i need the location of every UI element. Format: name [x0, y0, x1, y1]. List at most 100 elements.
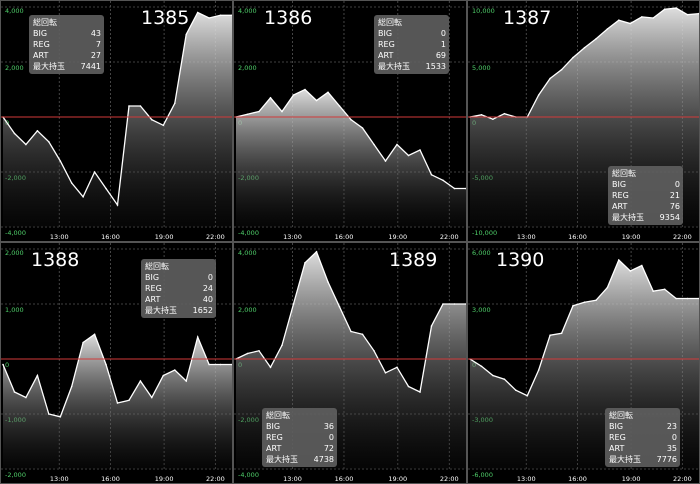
stats-label-reg: REG — [145, 284, 162, 293]
data-point — [208, 17, 210, 19]
x-tick-label: 22:00 — [206, 475, 225, 483]
data-point — [13, 132, 16, 135]
data-point — [304, 88, 306, 91]
stats-label-max: 最大持玉 — [33, 62, 65, 71]
stats-row-art: ART 69 — [378, 50, 446, 61]
data-point — [246, 352, 249, 355]
graph-panel-1387[interactable]: 10,0005,0000-5,000-10,00013:0016:0019:00… — [467, 0, 700, 242]
data-point — [219, 363, 222, 366]
data-point — [396, 143, 398, 146]
data-point — [618, 19, 620, 22]
stats-row-max: 最大持玉 7441 — [33, 61, 101, 72]
stats-label-big: BIG — [145, 273, 160, 282]
reg-count: 24 — [202, 284, 213, 293]
data-point — [419, 391, 421, 393]
big-count: 23 — [666, 422, 677, 431]
stats-row-big: BIG 0 — [145, 272, 213, 283]
stats-row-art: ART 35 — [609, 443, 677, 454]
y-tick-label: -2,000 — [5, 471, 26, 479]
data-point — [281, 110, 283, 113]
stats-label-art: ART — [145, 295, 161, 304]
data-point — [350, 118, 352, 121]
data-point — [675, 297, 677, 300]
data-point — [361, 333, 364, 336]
data-point — [361, 127, 364, 129]
data-point — [151, 118, 153, 121]
data-point — [583, 46, 586, 49]
data-point — [25, 143, 27, 146]
stats-label-reg: REG — [612, 191, 629, 200]
stats-header: 総回転 — [145, 262, 169, 271]
data-point — [652, 17, 654, 19]
data-point — [503, 112, 506, 115]
data-point — [196, 11, 199, 14]
data-point — [560, 332, 563, 335]
y-tick-label: 1,000 — [5, 306, 24, 314]
data-point — [549, 77, 551, 80]
graph-panel-1388[interactable]: 2,0001,0000-1,000-2,00013:0016:0019:0022… — [0, 242, 233, 484]
data-point — [93, 171, 96, 173]
x-tick-label: 22:00 — [673, 233, 692, 241]
max-balls: 1533 — [425, 62, 446, 71]
stats-label-reg: REG — [266, 433, 283, 442]
data-point — [338, 306, 341, 308]
data-point — [442, 303, 444, 305]
stats-label-max: 最大持玉 — [145, 306, 177, 315]
data-point — [373, 143, 375, 146]
data-point — [116, 402, 119, 404]
data-point — [292, 303, 295, 305]
x-tick-label: 19:00 — [388, 475, 407, 483]
data-point — [174, 369, 176, 371]
graph-panel-1390[interactable]: 6,0003,0000-3,000-6,00013:0016:0019:0022… — [467, 242, 700, 484]
graph-panel-1386[interactable]: 4,0002,0000-2,000-4,00013:0016:0019:0022… — [233, 0, 467, 242]
max-balls: 7776 — [656, 455, 677, 464]
reg-count: 21 — [669, 191, 680, 200]
y-tick-label: 10,000 — [472, 7, 495, 15]
data-point — [407, 154, 410, 157]
data-point — [453, 303, 456, 305]
graph-panel-1389[interactable]: 4,0002,0000-2,000-4,00013:0016:0019:0022… — [233, 242, 467, 484]
data-point — [572, 305, 574, 307]
data-point — [139, 105, 142, 107]
data-point — [442, 179, 444, 182]
data-point — [36, 374, 39, 377]
stats-box: 総回転 BIG 0 REG 24 ART 40 最大持玉 1652 — [141, 259, 216, 318]
stats-row-max: 最大持玉 1652 — [145, 305, 213, 316]
data-point — [492, 118, 494, 120]
y-tick-label: -6,000 — [472, 471, 493, 479]
data-point — [384, 160, 387, 162]
data-point — [618, 259, 620, 261]
stats-label-max: 最大持玉 — [378, 62, 410, 71]
stats-box: 総回転 BIG 23 REG 0 ART 35 最大持玉 7776 — [605, 408, 680, 467]
data-point — [652, 290, 654, 292]
stats-row-art: ART 72 — [266, 443, 334, 454]
series-area — [236, 89, 466, 227]
stats-header: 総回転 — [33, 18, 57, 27]
data-point — [549, 334, 551, 336]
stats-box: 総回転 BIG 0 REG 1 ART 69 最大持玉 1533 — [374, 15, 449, 74]
data-point — [304, 262, 306, 264]
stats-row-reg: REG 21 — [612, 190, 680, 201]
data-point — [185, 380, 187, 382]
x-tick-label: 22:00 — [206, 233, 225, 241]
data-point — [59, 416, 62, 418]
graph-panel-1385[interactable]: 4,0002,0000-2,000-4,00013:0016:0019:0022… — [0, 0, 233, 242]
data-point — [219, 14, 222, 17]
data-point — [246, 113, 249, 116]
stats-row-big: BIG 0 — [612, 179, 680, 190]
data-point — [327, 91, 329, 94]
data-point — [515, 389, 517, 391]
machine-number: 1389 — [389, 249, 438, 271]
stats-header: 総回転 — [266, 411, 290, 420]
data-point — [25, 396, 27, 399]
stats-label-art: ART — [33, 51, 49, 60]
data-point — [629, 270, 632, 272]
data-point — [503, 378, 506, 380]
x-tick-label: 19:00 — [622, 233, 641, 241]
max-balls: 4738 — [313, 455, 334, 464]
data-point — [327, 281, 329, 283]
data-point — [675, 7, 677, 9]
stats-label-art: ART — [266, 444, 282, 453]
data-point — [663, 288, 666, 291]
reg-count: 7 — [95, 40, 101, 49]
